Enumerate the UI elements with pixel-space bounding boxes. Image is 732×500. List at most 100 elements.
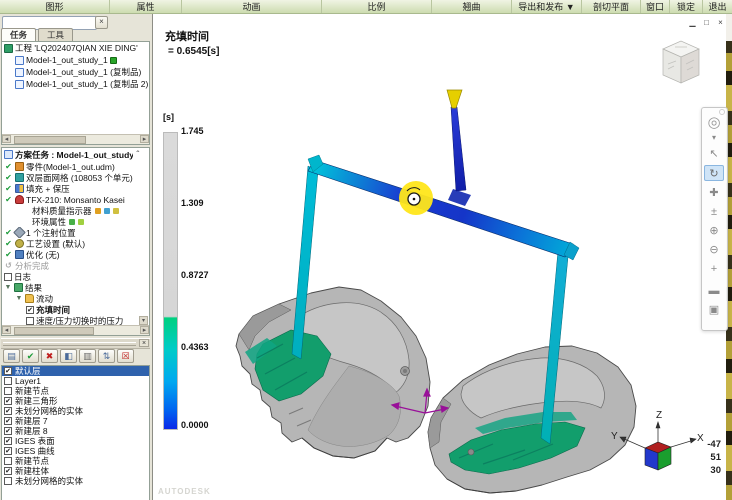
layer-checkbox[interactable]: ✔ <box>4 467 12 475</box>
model-3d[interactable] <box>153 14 727 500</box>
layer-checkbox[interactable] <box>4 477 12 485</box>
layers-close-icon[interactable]: × <box>139 339 149 347</box>
layers-panel: ✔默认层 Layer1 新建节点 ✔新建三角形 ✔未划分网格的实体 ✔新建层 7… <box>1 365 150 500</box>
environment-icon <box>78 219 84 225</box>
part-right[interactable] <box>428 346 636 493</box>
log-checkbox[interactable] <box>4 273 12 281</box>
study-row[interactable]: Model-1_out_study_1 (复制品 2) <box>2 78 149 90</box>
layer-checkbox[interactable] <box>4 457 12 465</box>
task-row-flow[interactable]: ▼ 流动 <box>2 293 149 304</box>
menu-scale[interactable]: 比例 <box>322 0 432 13</box>
study-row[interactable]: Model-1_out_study_1 (复制品) <box>2 66 149 78</box>
menu-warp[interactable]: 翘曲 <box>432 0 512 13</box>
panels-icon[interactable]: ▣ <box>704 302 724 318</box>
project-root-row[interactable]: 工程 'LQ202407QIAN XIE DING' <box>2 42 149 54</box>
layer-checkbox[interactable] <box>4 377 12 385</box>
task-row-material[interactable]: ✔ TFX-210: Monsanto Kasei <box>2 194 149 205</box>
center-view-icon[interactable]: + <box>704 261 724 277</box>
collapse-icon[interactable]: ˆ <box>136 150 139 159</box>
task-row-mesh[interactable]: ✔ 双层面网格 (108053 个单元) <box>2 172 149 183</box>
layer-checkbox[interactable]: ✔ <box>4 367 12 375</box>
activate-layer-button[interactable]: ✔ <box>22 349 39 363</box>
layer-checkbox[interactable]: ✔ <box>4 417 12 425</box>
scroll-thumb[interactable] <box>14 136 86 144</box>
scroll-down-icon[interactable]: ▾ <box>139 316 148 325</box>
layer-checkbox[interactable]: ✔ <box>4 427 12 435</box>
delete-layer-button[interactable]: ✖ <box>41 349 58 363</box>
fill-pack-icon <box>15 184 24 193</box>
layer-display-button[interactable]: ▥ <box>79 349 96 363</box>
task-label: 零件(Model-1_out.udm) <box>26 161 115 172</box>
minimize-icon[interactable]: ▁ <box>687 18 698 28</box>
scroll-thumb[interactable] <box>14 327 94 335</box>
steering-wheel-icon[interactable]: ◎ <box>704 113 724 133</box>
vp-pressure-checkbox[interactable] <box>26 317 34 325</box>
task-row-injection[interactable]: ✔ 1 个注射位置 <box>2 227 149 238</box>
axis-z-label: Z <box>656 410 662 421</box>
zoom-out-icon[interactable]: ⊖ <box>704 242 724 258</box>
task-row-part[interactable]: ✔ 零件(Model-1_out.udm) <box>2 161 149 172</box>
task-row-environment[interactable]: 环境属性 <box>2 216 149 227</box>
viewport-3d[interactable]: 充填时间 = 0.6545[s] [s] 1.745 1.309 0.8727 … <box>152 13 726 500</box>
tasks-hscrollbar[interactable]: ◂ ▸ <box>2 325 149 335</box>
study-row[interactable]: Model-1_out_study_1 <box>2 54 149 66</box>
layer-row[interactable]: 未划分网格的实体 <box>2 476 149 486</box>
task-row-process[interactable]: ✔ 工艺设置 (默认) <box>2 238 149 249</box>
menu-lock[interactable]: 锁定 <box>670 0 703 13</box>
combobox-close-icon[interactable]: × <box>95 16 108 29</box>
check-icon: ✔ <box>4 228 13 237</box>
task-row-optimize[interactable]: ✔ 优化 (无) <box>2 249 149 260</box>
view-cube[interactable] <box>663 41 699 83</box>
injection-cone-icon <box>447 90 462 108</box>
expand-layers-button[interactable]: ⇅ <box>98 349 115 363</box>
layer-checkbox[interactable]: ✔ <box>4 407 12 415</box>
check-icon: ✔ <box>4 162 13 171</box>
runner-bar <box>308 160 573 257</box>
layer-checkbox[interactable]: ✔ <box>4 437 12 445</box>
injection-marker[interactable] <box>399 181 433 215</box>
scroll-right-icon[interactable]: ▸ <box>140 326 149 334</box>
fit-view-icon[interactable]: ▬ <box>704 283 724 299</box>
task-row-fill-pack[interactable]: ✔ 填充 + 保压 <box>2 183 149 194</box>
scroll-left-icon[interactable]: ◂ <box>2 135 11 143</box>
layer-row[interactable]: ✔默认层 <box>2 366 149 376</box>
task-row-material-quality[interactable]: 材料质量指示器 <box>2 205 149 216</box>
task-row-fill-time[interactable]: ✔ 充填时间 <box>2 304 149 315</box>
rotate-icon[interactable]: ↻ <box>704 165 724 181</box>
part-left[interactable] <box>236 287 430 458</box>
menu-plot[interactable]: 图形 <box>0 0 110 13</box>
study-open-badge-icon <box>110 57 117 64</box>
menu-export-publish[interactable]: 导出和发布 ▼ <box>512 0 582 13</box>
restore-icon[interactable]: □ <box>701 18 712 28</box>
project-tree-hscrollbar[interactable]: ◂ ▸ <box>2 134 149 144</box>
close-icon[interactable]: × <box>715 18 726 28</box>
menu-exit[interactable]: 退出 <box>703 0 732 13</box>
menu-animation[interactable]: 动画 <box>182 0 322 13</box>
tab-tasks[interactable]: 任务 <box>1 28 36 42</box>
menu-properties[interactable]: 属性 <box>110 0 182 13</box>
assign-layer-button[interactable]: ◧ <box>60 349 77 363</box>
study-tasks-header[interactable]: 方案任务 : Model-1_out_study_1 ˆ <box>2 148 149 161</box>
menu-cutting-plane[interactable]: 剖切平面 <box>582 0 641 13</box>
pan-icon[interactable]: ✚ <box>704 185 724 201</box>
study-label: Model-1_out_study_1 <box>26 55 108 65</box>
layer-checkbox[interactable] <box>4 387 12 395</box>
layer-checkbox[interactable]: ✔ <box>4 447 12 455</box>
new-layer-button[interactable]: ▤ <box>3 349 20 363</box>
tab-tools[interactable]: 工具 <box>38 28 73 42</box>
chevron-down-icon[interactable]: ▾ <box>704 134 724 143</box>
zoom-in-icon[interactable]: ⊕ <box>704 223 724 239</box>
menu-window[interactable]: 窗口 <box>641 0 670 13</box>
task-row-log[interactable]: 日志 <box>2 271 149 282</box>
task-label: 双层面网格 (108053 个单元) <box>26 172 133 183</box>
zoom-dynamic-icon[interactable]: ± <box>704 204 724 220</box>
layer-checkbox[interactable]: ✔ <box>4 397 12 405</box>
task-row-results[interactable]: ▼ 结果 <box>2 282 149 293</box>
expander-icon[interactable]: ▼ <box>15 295 23 302</box>
select-cursor-icon[interactable]: ↖ <box>704 146 724 162</box>
scroll-left-icon[interactable]: ◂ <box>2 326 11 334</box>
scroll-right-icon[interactable]: ▸ <box>140 135 149 143</box>
expander-icon[interactable]: ▼ <box>4 284 12 291</box>
fill-time-checkbox[interactable]: ✔ <box>26 306 34 314</box>
clean-layers-button[interactable]: ☒ <box>117 349 134 363</box>
